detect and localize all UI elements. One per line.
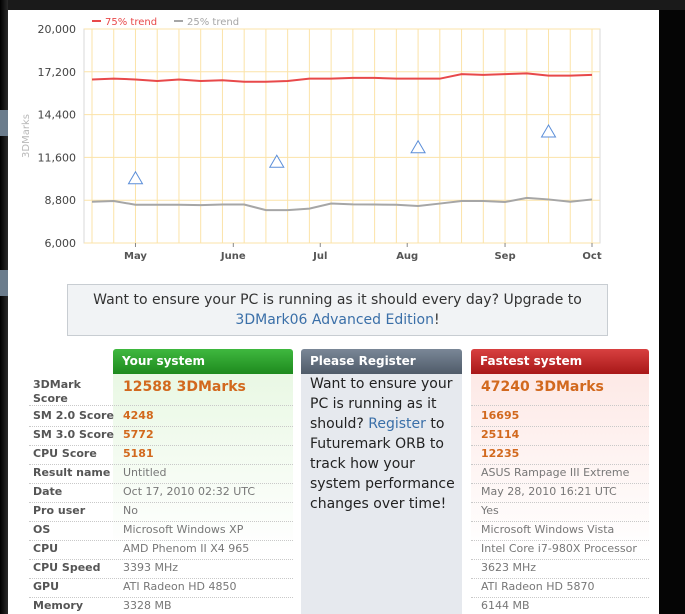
row-divider	[471, 483, 649, 484]
your-cpu-score-value: 5181	[123, 447, 154, 460]
fastest-cpu-value: Intel Core i7-980X Processor	[481, 542, 637, 555]
fastest-sm-3-0-score-value: 25114	[481, 428, 520, 441]
row-divider	[29, 559, 293, 560]
row-label-pro-user: Pro user	[33, 504, 86, 517]
fastest-memory-value: 6144 MB	[481, 599, 530, 612]
y-tick-label: 8,800	[45, 194, 77, 207]
row-divider	[471, 597, 649, 598]
fastest-os-value: Microsoft Windows Vista	[481, 523, 615, 536]
your-cpu-value: AMD Phenom II X4 965	[123, 542, 250, 555]
window-right-border	[659, 10, 685, 614]
fastest-gpu-value: ATI Radeon HD 5870	[481, 580, 595, 593]
your-gpu-value: ATI Radeon HD 4850	[123, 580, 237, 593]
y-tick-label: 6,000	[45, 237, 77, 250]
row-divider	[471, 559, 649, 560]
row-divider	[29, 578, 293, 579]
x-tick-label: June	[220, 251, 246, 262]
row-divider	[29, 426, 293, 427]
fastest-sm-2-0-score-value: 16695	[481, 409, 520, 422]
row-divider	[471, 540, 649, 541]
please-register-header: Please Register	[301, 349, 462, 374]
your-date-value: Oct 17, 2010 02:32 UTC	[123, 485, 255, 498]
fastest-system-header: Fastest system	[471, 349, 649, 374]
x-tick-label: May	[124, 251, 147, 262]
your-memory-value: 3328 MB	[123, 599, 172, 612]
legend-label: 75% trend	[105, 17, 157, 28]
your-os-value: Microsoft Windows XP	[123, 523, 244, 536]
x-tick-label: Oct	[582, 251, 601, 262]
banner-end: !	[433, 312, 440, 328]
your-sm-2-0-score-value: 4248	[123, 409, 154, 422]
y-tick-label: 17,200	[38, 66, 77, 79]
row-label-cpu-speed: CPU Speed	[33, 561, 101, 574]
row-divider	[29, 502, 293, 503]
fastest-cpu-score-value: 12235	[481, 447, 520, 460]
your-sm-3-0-score-value: 5772	[123, 428, 154, 441]
your-system-header: Your system	[113, 349, 293, 374]
row-label-sm-3-0-score: SM 3.0 Score	[33, 428, 114, 441]
row-label-memory: Memory	[33, 599, 84, 612]
row-label-result-name: Result name	[33, 466, 111, 479]
row-divider	[471, 445, 649, 446]
fastest-cpu-speed-value: 3623 MHz	[481, 561, 537, 574]
plot-area	[83, 28, 601, 244]
x-tick-label: Sep	[494, 251, 515, 262]
row-label-date: Date	[33, 485, 63, 498]
trend-chart: 20,000 17,200 14,400 11,600 8,800 6,000 May Jun…	[21, 17, 602, 262]
register-link[interactable]: Register	[368, 416, 426, 432]
row-divider	[471, 405, 649, 406]
your-3dmark-score-value: 12588 3DMarks	[123, 379, 246, 395]
register-message: Want to ensure your PC is running as it …	[310, 374, 460, 514]
your-pro-user-value: No	[123, 504, 138, 517]
row-divider	[471, 502, 649, 503]
row-divider	[29, 483, 293, 484]
your-cpu-speed-value: 3393 MHz	[123, 561, 179, 574]
row-divider	[29, 540, 293, 541]
fastest-result-name-value: ASUS Rampage III Extreme	[481, 466, 630, 479]
row-label-cpu-score: CPU Score	[33, 447, 97, 460]
row-divider	[471, 464, 649, 465]
left-edge-tab	[0, 110, 8, 136]
row-divider	[471, 426, 649, 427]
fastest-3dmark-score-value: 47240 3DMarks	[481, 379, 604, 395]
fastest-date-value: May 28, 2010 16:21 UTC	[481, 485, 617, 498]
row-divider	[471, 521, 649, 522]
row-divider	[29, 464, 293, 465]
row-divider	[29, 597, 293, 598]
y-tick-label: 20,000	[38, 23, 77, 36]
x-tick-label: Aug	[396, 251, 418, 262]
left-window-edge	[0, 0, 8, 614]
fastest-pro-user-value: Yes	[481, 504, 499, 517]
your-result-name-value: Untitled	[123, 466, 167, 479]
y-tick-label: 11,600	[38, 151, 77, 164]
row-label-os: OS	[33, 523, 51, 536]
results-panel: 20,000 17,200 14,400 11,600 8,800 6,000 May Jun…	[8, 10, 659, 614]
row-label-gpu: GPU	[33, 580, 60, 593]
banner-text: Want to ensure your PC is running as it …	[93, 292, 582, 308]
left-edge-tab	[0, 270, 8, 296]
row-divider	[29, 405, 293, 406]
upgrade-link[interactable]: 3DMark06 Advanced Edition	[235, 312, 434, 328]
legend-label: 25% trend	[187, 17, 239, 28]
y-axis-label: 3DMarks	[21, 114, 32, 158]
y-tick-label: 14,400	[38, 109, 77, 122]
x-tick-label: Jul	[312, 251, 327, 262]
row-divider	[29, 445, 293, 446]
row-label-sm-2-0-score: SM 2.0 Score	[33, 409, 114, 422]
row-divider	[471, 578, 649, 579]
upgrade-banner: Want to ensure your PC is running as it …	[67, 284, 608, 336]
row-label-3dmark-score: 3DMark Score	[33, 378, 81, 405]
row-label-cpu: CPU	[33, 542, 59, 555]
row-divider	[29, 521, 293, 522]
